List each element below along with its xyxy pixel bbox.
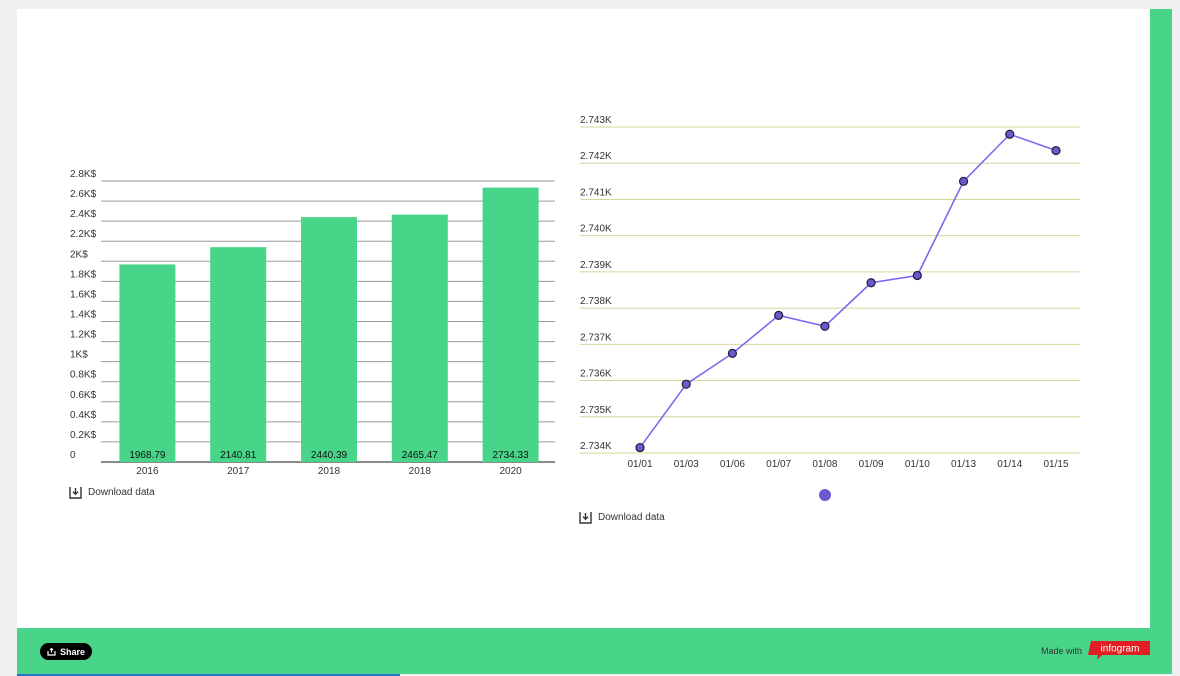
y-tick-label: 2.735K [580,405,612,416]
bar [301,217,357,462]
y-tick-label: 2.6K$ [70,189,97,200]
y-tick-label: 2.740K [580,224,612,235]
y-tick-label: 2.4K$ [70,209,97,220]
y-tick-label: 2.741K [580,187,612,198]
data-point [681,379,691,389]
data-point [1051,145,1061,156]
y-tick-label: 2.736K [580,369,612,380]
bar-chart: 0 0.2K$ 0.4K$ 0.6K$ 0.8K$ 1K$ 1.2K$ 1.4K$ 1.6K$ 1… [70,169,555,477]
x-tick-label: 01/15 [1043,459,1068,470]
bar [391,214,448,462]
made-with-label: Made with [1041,646,1083,656]
y-tick-label: 2.734K [580,441,612,452]
side-border [1150,9,1172,628]
data-point [958,176,969,186]
bar-value-label: 2734.33 [493,450,530,461]
x-tick-label: 2020 [499,466,522,477]
download-data-button-line[interactable]: Download data [579,511,665,524]
line-chart: 2.734K 2.735K 2.736K 2.737K 2.738K 2.739K 2.74… [580,115,1080,501]
download-data-label: Download data [598,512,665,523]
bar [119,264,176,462]
x-tick-label: 2018 [409,466,432,477]
data-point [820,321,830,331]
x-tick-label: 01/14 [997,459,1022,470]
legend-marker [819,489,831,501]
y-tick-label: 1.6K$ [70,289,97,300]
infogram-logo[interactable]: infogram [1088,641,1150,659]
data-point [727,348,738,358]
data-point [912,270,922,281]
share-icon [47,647,56,656]
y-tick-label: 1.2K$ [70,330,97,341]
bar-value-label: 2140.81 [220,450,257,461]
y-tick-label: 0.8K$ [70,370,97,381]
y-tick-label: 2K$ [70,249,88,260]
footer-bar [17,628,1172,674]
y-tick-label: 1.4K$ [70,310,97,321]
download-data-button-bar[interactable]: Download data [69,486,155,499]
y-tick-label: 0.2K$ [70,430,97,441]
data-point [635,442,645,453]
y-tick-label: 1K$ [70,350,88,361]
series-line [639,133,1057,449]
download-icon [579,512,592,524]
y-tick-label: 0.4K$ [70,410,97,421]
x-tick-label: 01/10 [905,459,930,470]
share-label: Share [59,646,85,657]
y-tick-label: 2.743K [580,115,612,126]
x-tick-label: 2018 [318,466,341,477]
y-tick-label: 0.6K$ [70,390,97,401]
y-tick-label: 2.2K$ [70,229,97,240]
x-tick-label: 01/07 [766,459,791,470]
y-tick-label: 0 [70,450,76,461]
download-icon [69,487,82,499]
y-tick-label: 2.739K [580,260,612,271]
bar [482,187,539,462]
data-point [866,278,876,288]
x-tick-label: 01/09 [859,459,884,470]
x-tick-label: 01/13 [951,459,976,470]
bar [210,247,267,462]
x-tick-label: 01/06 [720,459,745,470]
bar-value-label: 2465.47 [402,450,439,461]
x-tick-label: 2016 [136,466,159,477]
x-tick-label: 01/01 [627,459,652,470]
y-tick-label: 2.8K$ [70,169,97,180]
y-tick-label: 2.737K [580,332,612,343]
bar-value-label: 2440.39 [311,450,348,461]
data-point [774,310,784,320]
y-tick-label: 2.742K [580,151,612,162]
y-tick-label: 2.738K [580,296,612,307]
data-point [1005,129,1015,139]
svg-text:infogram: infogram [1101,644,1140,655]
share-button[interactable]: Share [40,643,92,660]
x-tick-label: 2017 [227,466,250,477]
y-tick-label: 1.8K$ [70,269,97,280]
download-data-label: Download data [88,487,155,498]
x-tick-label: 01/08 [812,459,837,470]
bar-value-label: 1968.79 [129,450,166,461]
x-tick-label: 01/03 [674,459,699,470]
